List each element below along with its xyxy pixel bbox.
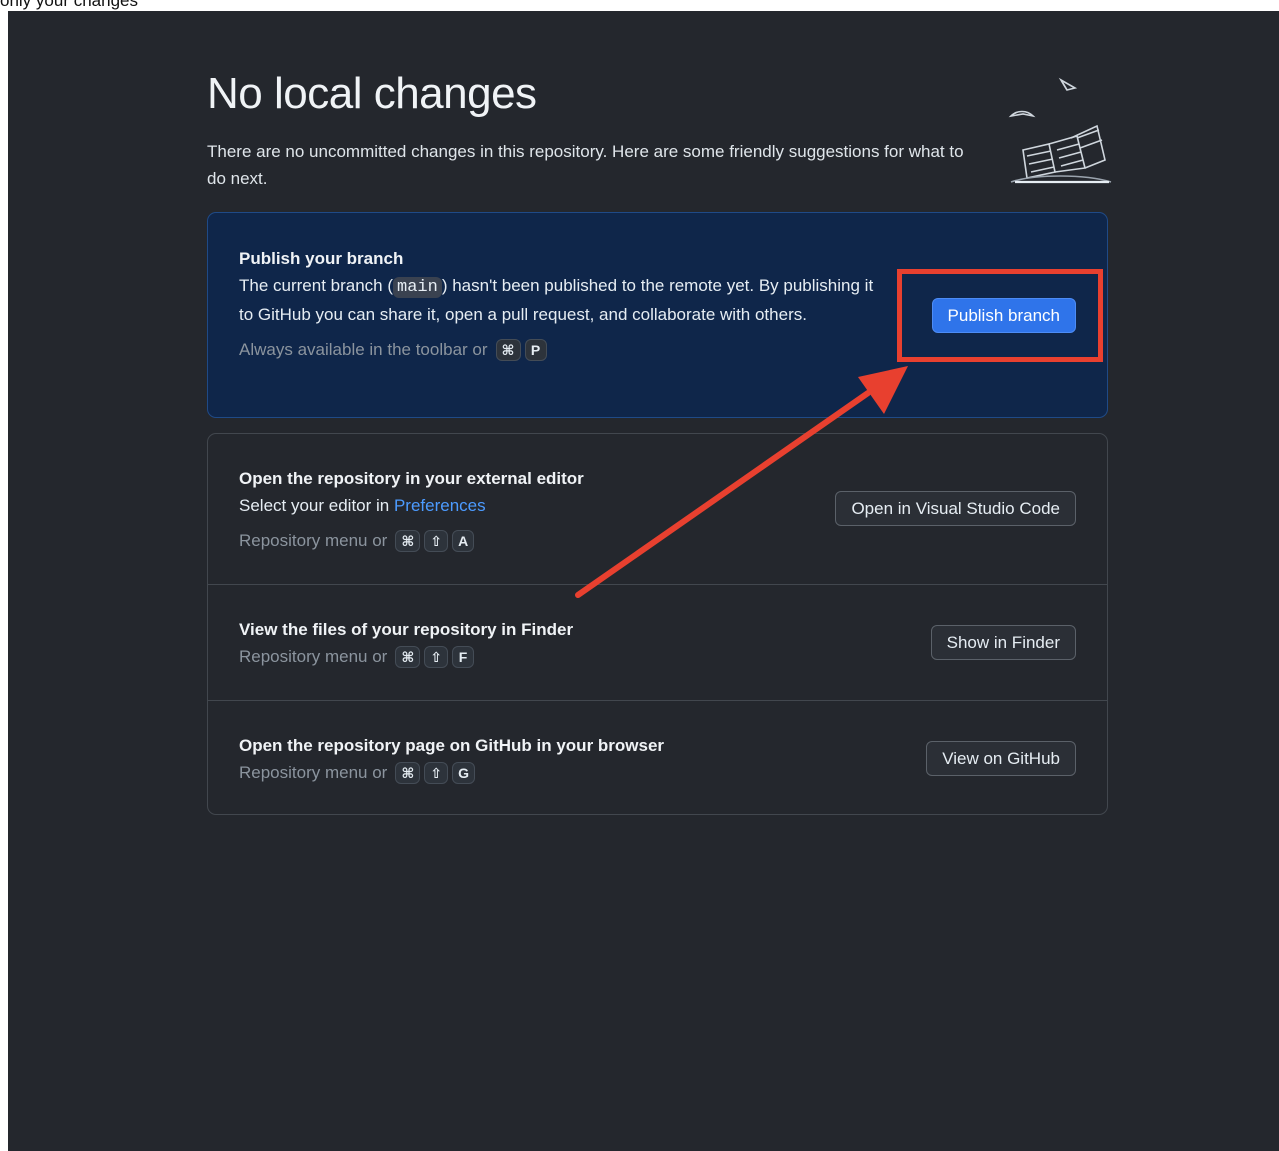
command-key: ⌘ (395, 761, 421, 784)
show-in-finder-button[interactable]: Show in Finder (930, 625, 1076, 660)
f-key: F (452, 645, 475, 668)
external-editor-title: Open the repository in your external edi… (239, 469, 584, 488)
command-key: ⌘ (495, 338, 521, 361)
finder-shortcut-hint: Repository menu or ⌘ ⇧ F (239, 643, 889, 670)
editor-shortcut-hint: Repository menu or ⌘ ⇧ A (239, 527, 889, 554)
command-key: ⌘ (395, 529, 421, 552)
publish-desc-prefix: The current branch ( (239, 276, 394, 295)
publish-hint-text: Always available in the toolbar or (239, 340, 488, 359)
finder-hint-text: Repository menu or (239, 647, 388, 666)
github-hint-text: Repository menu or (239, 763, 388, 782)
finder-text: View the files of your repository in Fin… (239, 616, 889, 670)
open-in-vscode-button[interactable]: Open in Visual Studio Code (835, 491, 1076, 526)
blank-slate-header: No local changes There are no uncommitte… (207, 68, 1112, 208)
suggestions-card: Open the repository in your external edi… (207, 433, 1108, 815)
command-key: ⌘ (395, 645, 421, 668)
view-on-github-button[interactable]: View on GitHub (926, 741, 1076, 776)
shift-key: ⇧ (424, 645, 449, 668)
finder-row: View the files of your repository in Fin… (208, 584, 1107, 700)
a-key: A (452, 529, 475, 552)
github-title: Open the repository page on GitHub in yo… (239, 736, 665, 755)
editor-desc-prefix: Select your editor in (239, 496, 394, 515)
external-editor-row: Open the repository in your external edi… (208, 434, 1107, 584)
empty-state-illustration (1008, 77, 1112, 184)
editor-hint-text: Repository menu or (239, 531, 388, 550)
page-title: No local changes (207, 69, 537, 118)
shift-key: ⇧ (424, 529, 449, 552)
github-row: Open the repository page on GitHub in yo… (208, 700, 1107, 815)
top-caption: only your changes (0, 0, 138, 10)
external-editor-text: Open the repository in your external edi… (239, 465, 889, 554)
branch-name: main (393, 277, 442, 298)
g-key: G (452, 761, 475, 784)
external-editor-description: Select your editor in Preferences (239, 492, 889, 519)
publish-branch-button[interactable]: Publish branch (931, 298, 1076, 333)
github-shortcut-hint: Repository menu or ⌘ ⇧ G (239, 759, 889, 786)
publish-branch-title: Publish your branch (239, 249, 404, 268)
page-subtitle: There are no uncommitted changes in this… (207, 142, 964, 188)
publish-branch-description: The current branch (main) hasn't been pu… (239, 272, 889, 328)
preferences-link[interactable]: Preferences (394, 496, 486, 515)
finder-title: View the files of your repository in Fin… (239, 620, 574, 639)
publish-shortcut-hint: Always available in the toolbar or ⌘ P (239, 336, 889, 363)
publish-branch-card: Publish your branch The current branch (… (207, 212, 1108, 418)
publish-branch-text: Publish your branch The current branch (… (239, 245, 889, 363)
github-text: Open the repository page on GitHub in yo… (239, 732, 889, 786)
shift-key: ⇧ (424, 761, 449, 784)
p-key: P (524, 338, 547, 361)
